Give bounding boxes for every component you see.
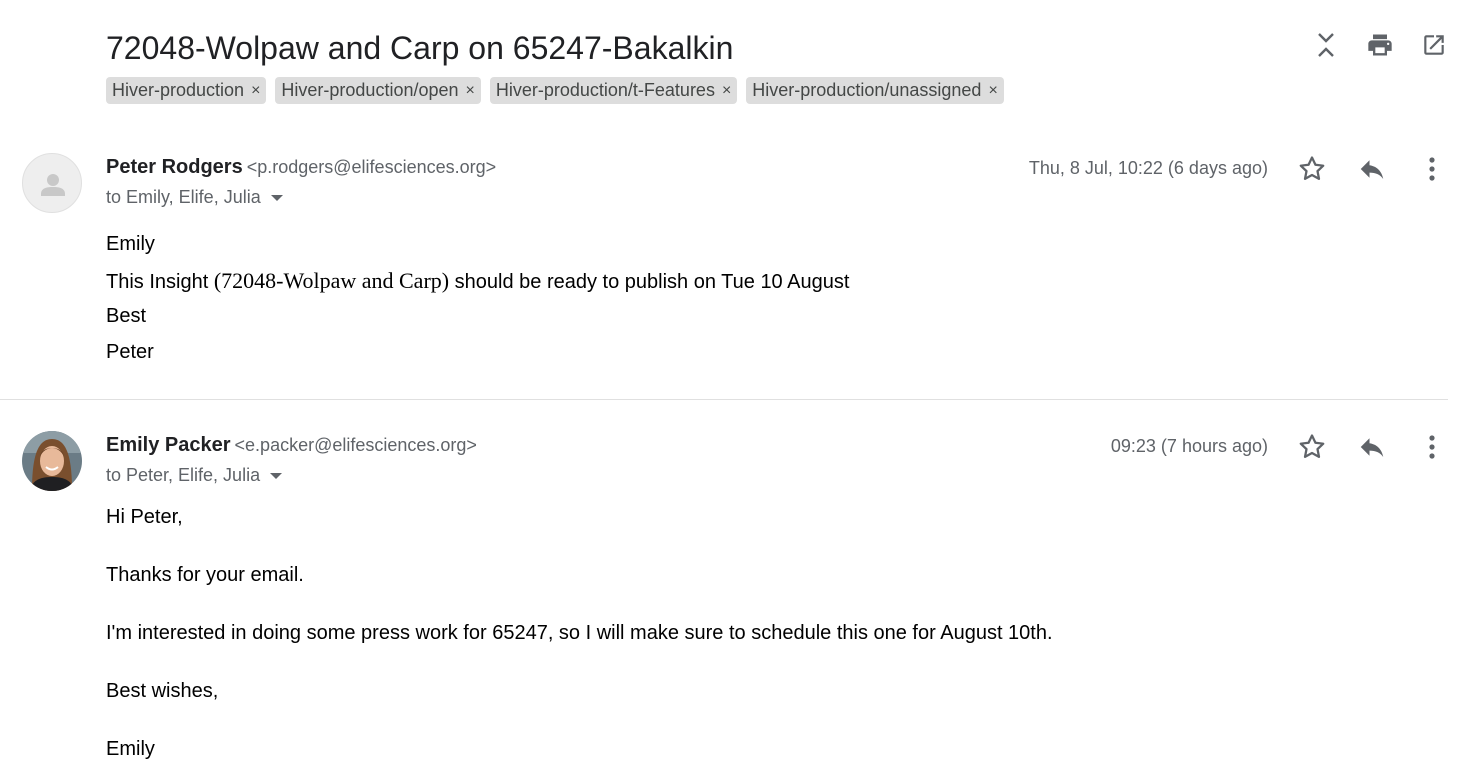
thread-labels: Hiver-production × Hiver-production/open… (106, 77, 1004, 104)
reply-icon[interactable] (1355, 152, 1389, 186)
label-chip[interactable]: Hiver-production × (106, 77, 267, 104)
body-line: I'm interested in doing some press work … (106, 622, 1053, 644)
body-line: Emily (106, 738, 155, 760)
body-text: This Insight (106, 271, 214, 293)
label-chip[interactable]: Hiver-production/open × (275, 77, 481, 104)
recipients-dropdown[interactable]: to Peter, Elife, Julia (106, 465, 283, 486)
label-chip-text: Hiver-production/t-Features (495, 80, 715, 100)
message-actions (1295, 430, 1449, 464)
recipients-text: to Peter, Elife, Julia (106, 465, 261, 485)
remove-label-icon[interactable]: × (988, 82, 997, 100)
message-date: Thu, 8 Jul, 10:22 (6 days ago) (1028, 158, 1268, 178)
recipients-dropdown[interactable]: to Emily, Elife, Julia (106, 187, 283, 208)
body-line: Thanks for your email. (106, 564, 304, 586)
avatar (22, 431, 82, 491)
reply-icon[interactable] (1355, 430, 1389, 464)
label-chip-text: Hiver-production/unassigned (752, 80, 982, 100)
remove-label-icon[interactable]: × (466, 82, 475, 100)
body-line: Peter (106, 341, 154, 363)
body-reference: (72048-Wolpaw and Carp) (213, 268, 450, 293)
caret-down-icon (270, 472, 283, 479)
body-line: This Insight (72048-Wolpaw and Carp) sho… (106, 268, 849, 294)
body-text: should be ready to publish on Tue 10 Aug… (449, 271, 850, 293)
body-line: Hi Peter, (106, 506, 183, 528)
sender-line: Peter Rodgers <p.rodgers@elifesciences.or… (106, 156, 496, 179)
label-chip[interactable]: Hiver-production/t-Features × (489, 77, 738, 104)
message-date: 09:23 (7 hours ago) (1110, 436, 1268, 456)
more-options-icon[interactable] (1415, 430, 1449, 464)
sender-name[interactable]: Emily Packer (106, 434, 231, 456)
thread-toolbar (1311, 30, 1449, 60)
print-icon[interactable] (1365, 30, 1395, 60)
label-chip-text: Hiver-production/open (281, 80, 459, 100)
label-chip[interactable]: Hiver-production/unassigned × (746, 77, 1004, 104)
thread-subject: 72048-Wolpaw and Carp on 65247-Bakalkin (106, 30, 734, 66)
message-divider (0, 399, 1448, 400)
sender-email: <e.packer@elifesciences.org> (234, 435, 477, 455)
email-thread-view: 72048-Wolpaw and Carp on 65247-Bakalkin … (0, 0, 1463, 768)
remove-label-icon[interactable]: × (722, 82, 731, 100)
body-line: Emily (106, 233, 155, 255)
recipients-text: to Emily, Elife, Julia (106, 187, 261, 207)
sender-name[interactable]: Peter Rodgers (106, 156, 243, 178)
avatar-photo (22, 431, 82, 491)
expand-collapse-icon[interactable] (1311, 30, 1341, 60)
avatar (22, 153, 82, 213)
remove-label-icon[interactable]: × (251, 82, 260, 100)
caret-down-icon (270, 194, 283, 201)
open-in-new-window-icon[interactable] (1419, 30, 1449, 60)
more-options-icon[interactable] (1415, 152, 1449, 186)
sender-line: Emily Packer <e.packer@elifesciences.org> (106, 434, 477, 457)
star-icon[interactable] (1295, 430, 1329, 464)
sender-email: <p.rodgers@elifesciences.org> (246, 157, 497, 177)
person-placeholder-icon (41, 174, 65, 196)
body-line: Best (106, 305, 147, 327)
label-chip-text: Hiver-production (112, 80, 245, 100)
body-line: Best wishes, (106, 680, 219, 702)
message-actions (1295, 152, 1449, 186)
star-icon[interactable] (1295, 152, 1329, 186)
